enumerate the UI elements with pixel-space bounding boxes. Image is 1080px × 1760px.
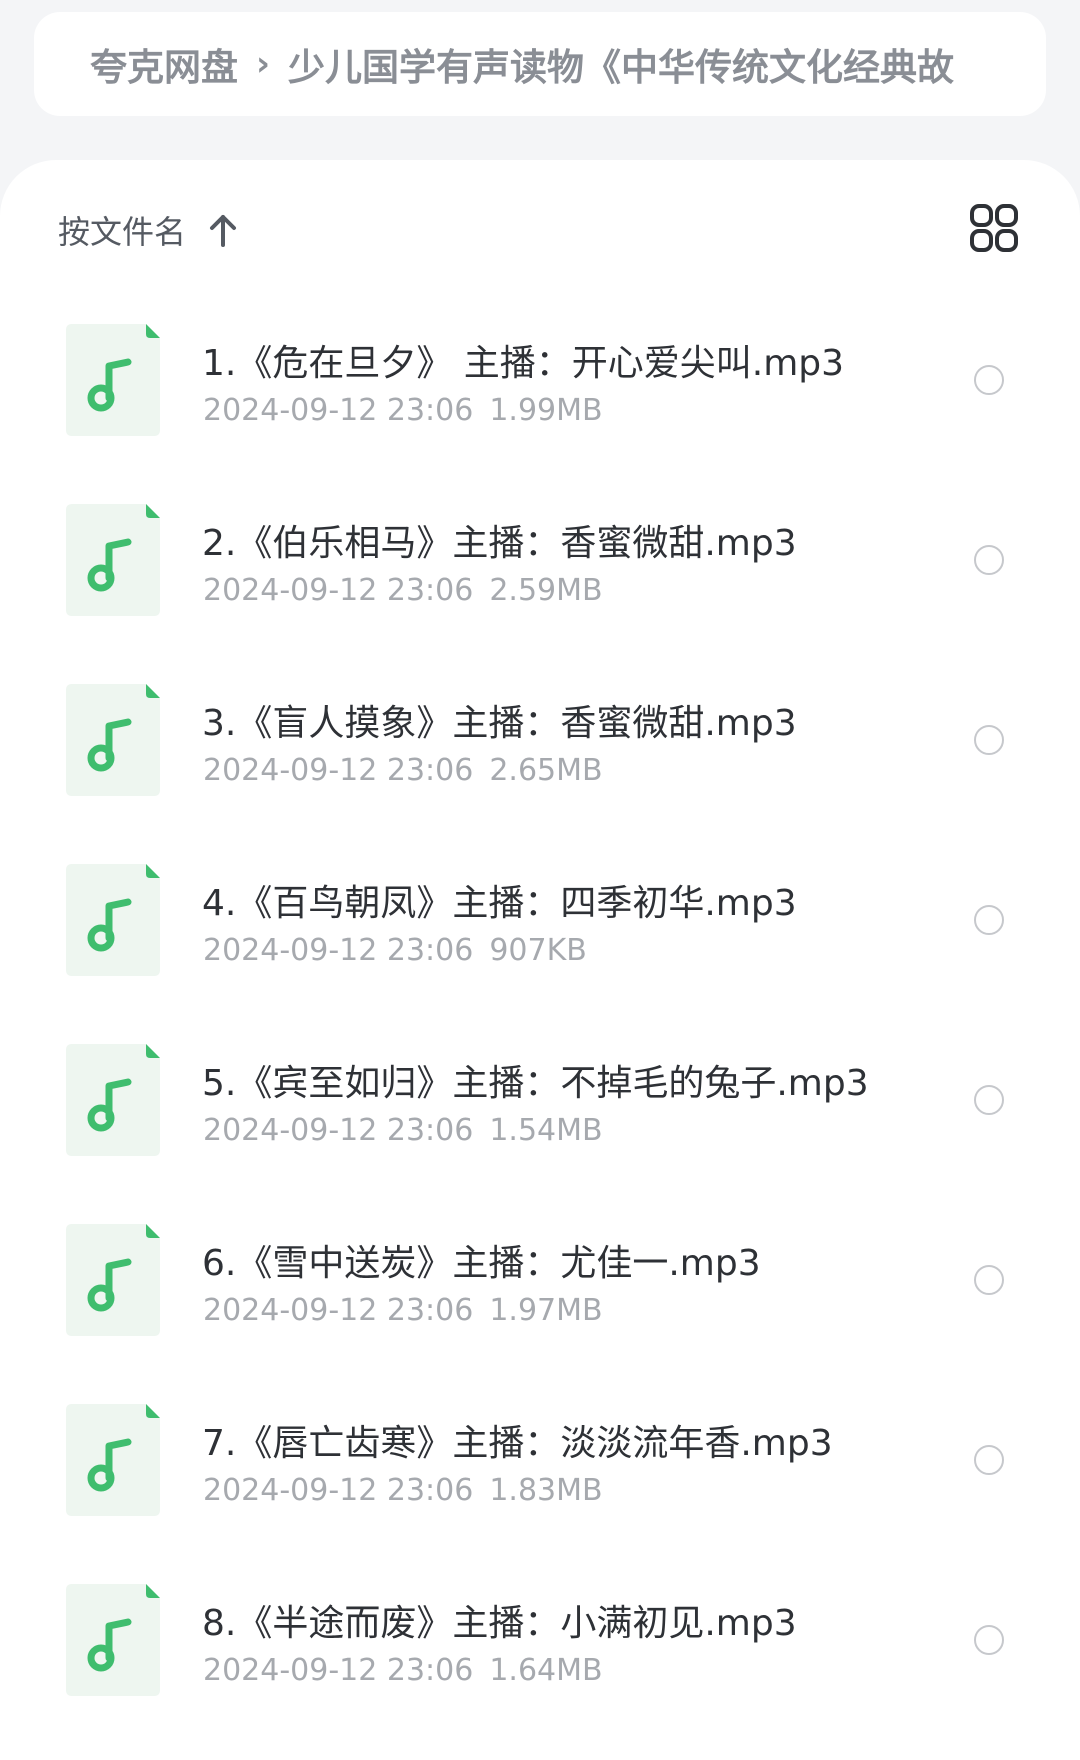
select-checkbox[interactable] [974, 1265, 1004, 1295]
file-row[interactable]: 8.《半途而废》主播：小满初见.mp3 2024-09-12 23:06 1.64… [0, 1540, 1080, 1720]
file-name: 1.《危在旦夕》 主播：开心爱尖叫.mp3 [202, 343, 845, 384]
file-row[interactable]: 3.《盲人摸象》主播：香蜜微甜.mp3 2024-09-12 23:06 2.65… [0, 640, 1080, 820]
file-size: 1.54MB [489, 1113, 603, 1148]
file-row[interactable]: 6.《雪中送炭》主播：尤佳一.mp3 2024-09-12 23:06 1.97M… [0, 1180, 1080, 1360]
file-row[interactable]: 4.《百鸟朝凤》主播：四季初华.mp3 2024-09-12 23:06 907K… [0, 820, 1080, 1000]
file-date: 2024-09-12 23:06 [203, 1473, 474, 1508]
file-size: 2.59MB [489, 573, 603, 608]
sort-label: 按文件名 [58, 213, 187, 251]
file-meta: 2024-09-12 23:06 1.54MB [203, 1113, 603, 1148]
music-file-icon [66, 1044, 160, 1156]
file-meta: 2024-09-12 23:06 2.65MB [203, 753, 603, 788]
file-row[interactable]: 2.《伯乐相马》主播：香蜜微甜.mp3 2024-09-12 23:06 2.59… [0, 460, 1080, 640]
select-checkbox[interactable] [974, 905, 1004, 935]
breadcrumb-root[interactable]: 夸克网盘 [90, 37, 238, 91]
breadcrumb-current-folder[interactable]: 少儿国学有声读物《中华传统文化经典故 [288, 37, 954, 91]
file-date: 2024-09-12 23:06 [203, 1653, 474, 1688]
file-meta: 2024-09-12 23:06 1.83MB [203, 1473, 603, 1508]
music-file-icon [66, 1224, 160, 1336]
file-meta: 2024-09-12 23:06 1.97MB [203, 1293, 603, 1328]
file-row[interactable]: 7.《唇亡齿寒》主播：淡淡流年香.mp3 2024-09-12 23:06 1.8… [0, 1360, 1080, 1540]
select-checkbox[interactable] [974, 1445, 1004, 1475]
file-meta: 2024-09-12 23:06 2.59MB [203, 573, 603, 608]
file-name: 7.《唇亡齿寒》主播：淡淡流年香.mp3 [202, 1423, 833, 1464]
file-size: 2.65MB [489, 753, 603, 788]
file-meta: 2024-09-12 23:06 1.64MB [203, 1653, 603, 1688]
select-checkbox[interactable] [974, 545, 1004, 575]
file-size: 1.64MB [489, 1653, 603, 1688]
file-list: 1.《危在旦夕》 主播：开心爱尖叫.mp3 2024-09-12 23:06 1.… [0, 280, 1080, 1720]
file-date: 2024-09-12 23:06 [203, 1293, 474, 1328]
breadcrumb: 夸克网盘 › 少儿国学有声读物《中华传统文化经典故 [34, 12, 1046, 116]
select-checkbox[interactable] [974, 725, 1004, 755]
grid-view-icon[interactable] [968, 202, 1020, 254]
music-file-icon [66, 684, 160, 796]
breadcrumb-separator: › [256, 44, 271, 84]
file-list-panel: 按文件名 1.《危在旦夕》 主播：开心爱尖叫.mp3 2024-09-12 23… [0, 160, 1080, 1760]
select-checkbox[interactable] [974, 1625, 1004, 1655]
file-meta: 2024-09-12 23:06 1.99MB [203, 393, 603, 428]
file-size: 1.97MB [489, 1293, 603, 1328]
select-checkbox[interactable] [974, 1085, 1004, 1115]
file-date: 2024-09-12 23:06 [203, 933, 474, 968]
file-name: 3.《盲人摸象》主播：香蜜微甜.mp3 [202, 703, 797, 744]
file-date: 2024-09-12 23:06 [203, 1113, 474, 1148]
file-name: 4.《百鸟朝凤》主播：四季初华.mp3 [202, 883, 797, 924]
sort-by-name-button[interactable]: 按文件名 [58, 200, 238, 260]
music-file-icon [66, 1404, 160, 1516]
music-file-icon [66, 1584, 160, 1696]
file-size: 1.99MB [489, 393, 603, 428]
arrow-up-icon [210, 215, 237, 247]
music-file-icon [66, 864, 160, 976]
file-date: 2024-09-12 23:06 [203, 753, 474, 788]
file-name: 2.《伯乐相马》主播：香蜜微甜.mp3 [202, 523, 797, 564]
file-name: 5.《宾至如归》主播：不掉毛的兔子.mp3 [202, 1063, 869, 1104]
select-checkbox[interactable] [974, 365, 1004, 395]
file-meta: 2024-09-12 23:06 907KB [203, 933, 587, 968]
file-size: 1.83MB [489, 1473, 603, 1508]
file-date: 2024-09-12 23:06 [203, 393, 474, 428]
file-row[interactable]: 5.《宾至如归》主播：不掉毛的兔子.mp3 2024-09-12 23:06 1.… [0, 1000, 1080, 1180]
music-file-icon [66, 324, 160, 436]
file-date: 2024-09-12 23:06 [203, 573, 474, 608]
file-name: 8.《半途而废》主播：小满初见.mp3 [202, 1603, 797, 1644]
file-row[interactable]: 1.《危在旦夕》 主播：开心爱尖叫.mp3 2024-09-12 23:06 1.… [0, 280, 1080, 460]
file-name: 6.《雪中送炭》主播：尤佳一.mp3 [202, 1243, 761, 1284]
music-file-icon [66, 504, 160, 616]
file-size: 907KB [489, 933, 587, 968]
